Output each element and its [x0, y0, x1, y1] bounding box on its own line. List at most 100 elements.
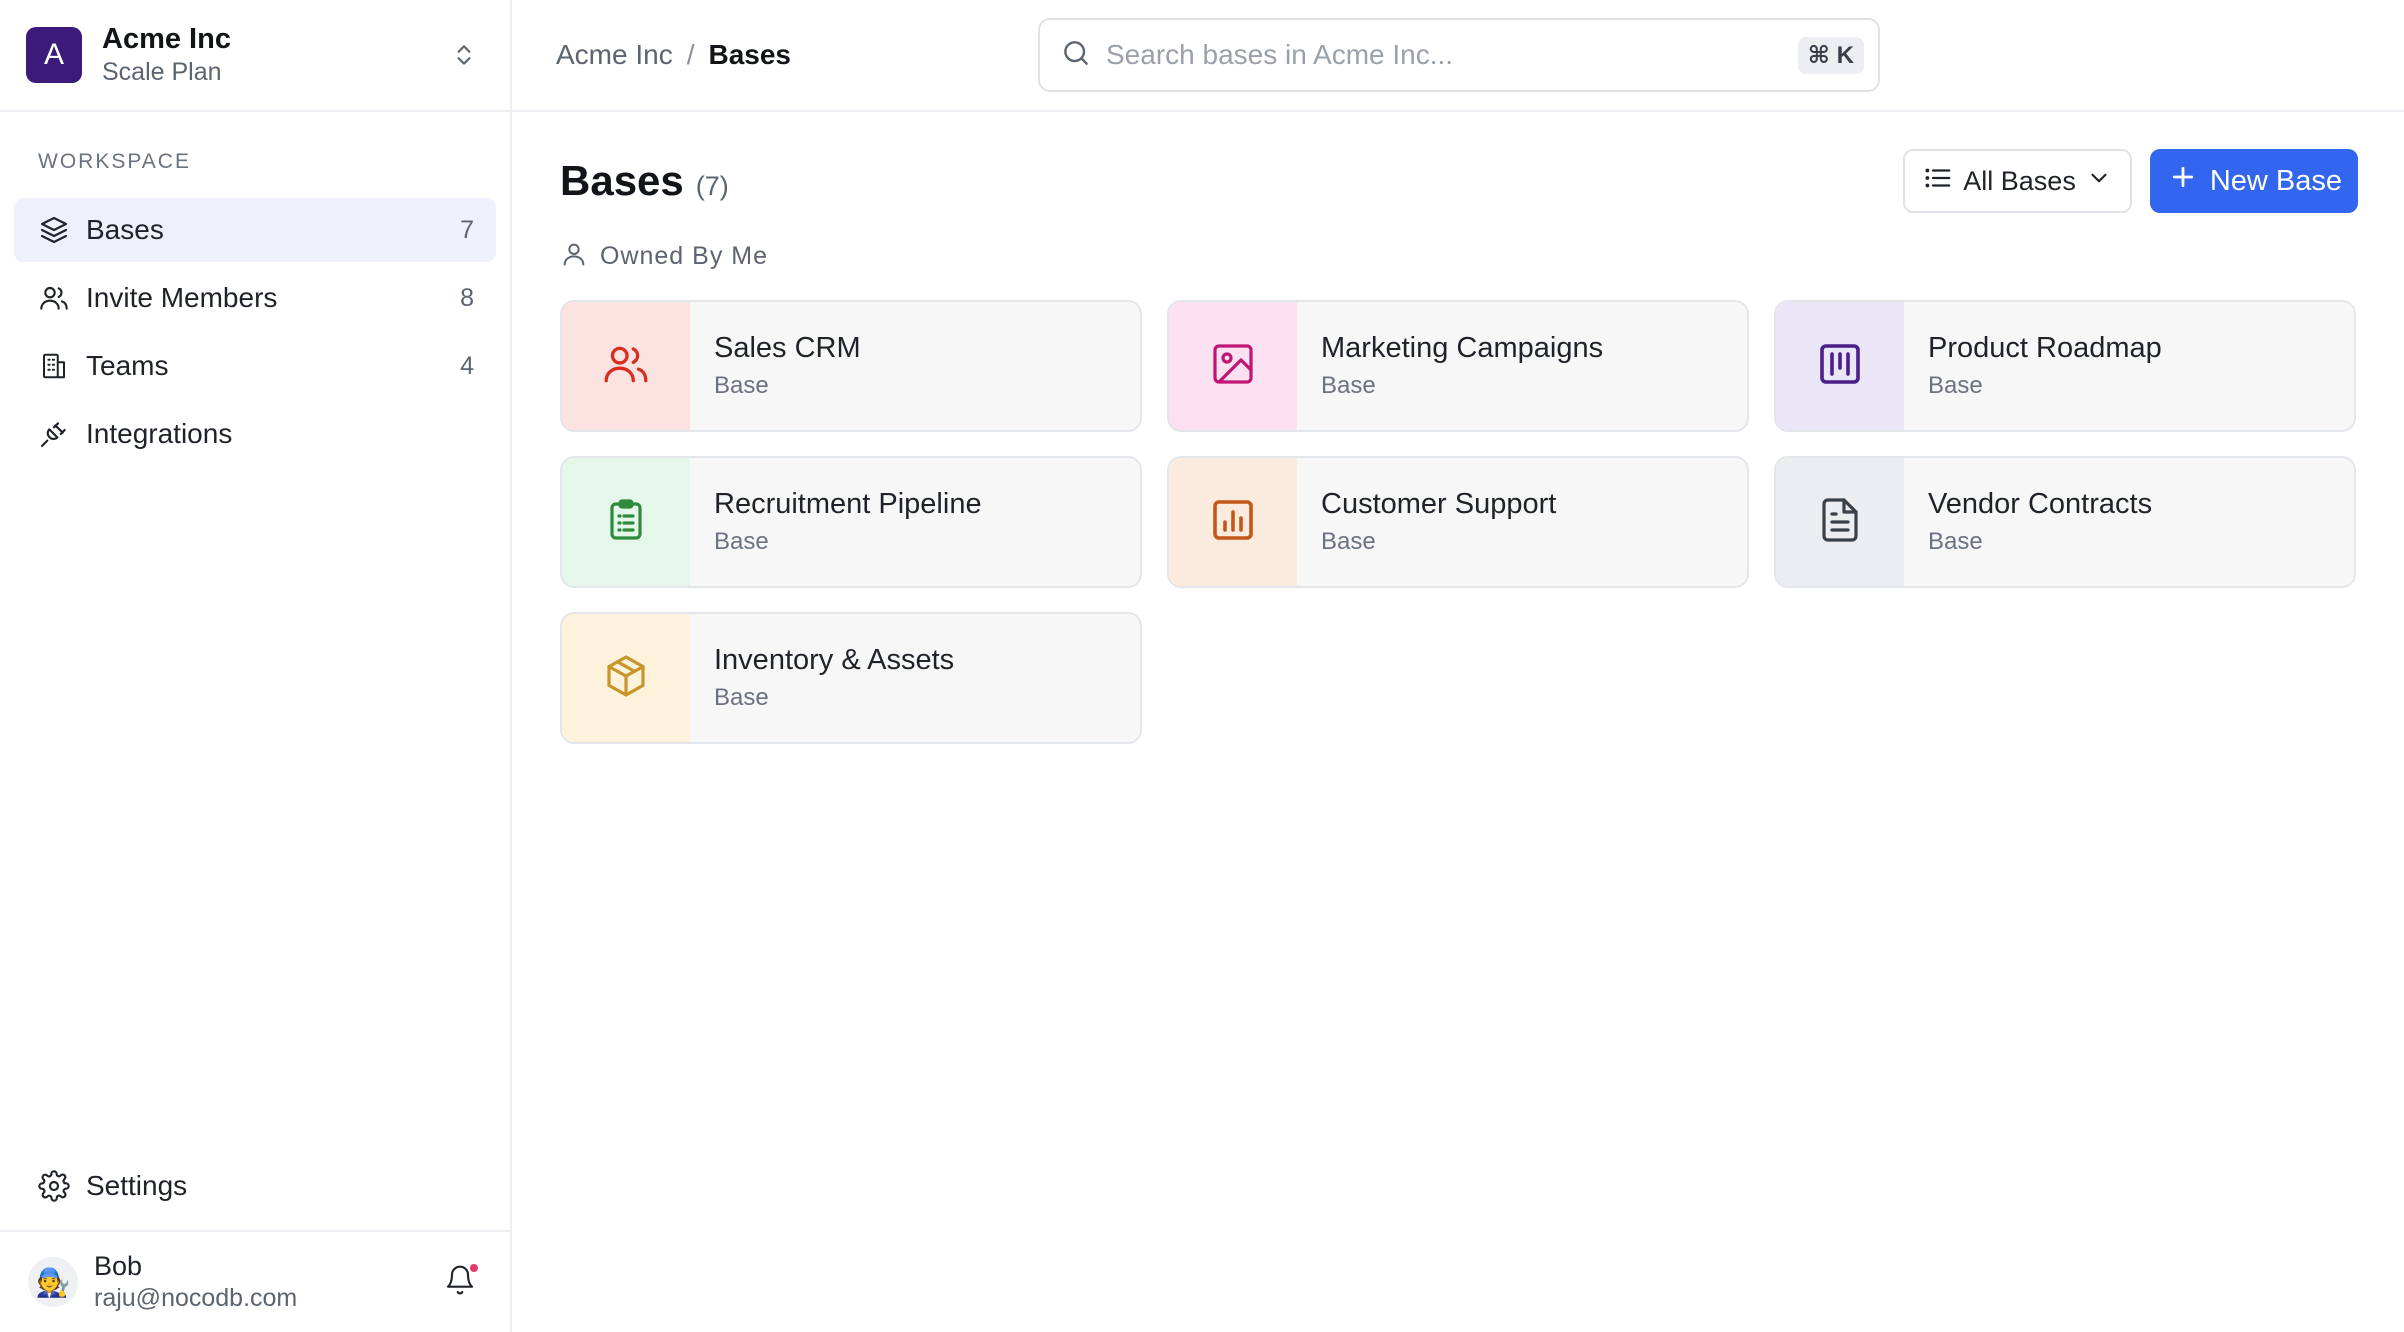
- base-title: Product Roadmap: [1928, 332, 2162, 364]
- group-label: Owned By Me: [600, 241, 769, 270]
- base-card-text: Recruitment Pipeline Base: [690, 458, 982, 586]
- base-card-text: Product Roadmap Base: [1904, 302, 2162, 430]
- user-icon: [560, 240, 588, 273]
- base-card-inventory-assets[interactable]: Inventory & Assets Base: [560, 612, 1142, 744]
- clipboard-icon: [602, 496, 650, 549]
- search-shortcut: ⌘ K: [1797, 36, 1864, 74]
- base-card-marketing-campaigns[interactable]: Marketing Campaigns Base: [1167, 300, 1749, 432]
- list-icon: [1923, 163, 1953, 200]
- users-icon: [601, 339, 651, 394]
- sidebar-item-label: Invite Members: [86, 282, 278, 313]
- section-label-workspace: WORKSPACE: [38, 150, 191, 173]
- base-icon-tile: [1776, 302, 1904, 430]
- kanban-icon: [1816, 340, 1864, 393]
- users-icon: [36, 280, 72, 316]
- sidebar-item-count: 8: [460, 283, 474, 312]
- base-title: Sales CRM: [714, 332, 861, 364]
- base-subtitle: Base: [1928, 528, 1983, 555]
- page-header: Bases (7) All Bases New Base: [560, 148, 2358, 214]
- bases-grid: Sales CRM Base Marketing Campaigns Base: [560, 300, 2358, 744]
- header-actions: All Bases New Base: [1903, 149, 2358, 213]
- base-subtitle: Base: [1321, 372, 1376, 399]
- building-icon: [36, 348, 72, 384]
- topbar: Acme Inc / Bases ⌘ K: [512, 0, 2404, 112]
- base-icon-tile: [1169, 458, 1297, 586]
- sidebar-item-count: 4: [460, 351, 474, 380]
- settings-label: Settings: [86, 1170, 188, 1201]
- user-info: Bob raju@nocodb.com: [94, 1250, 438, 1314]
- app-window: A Acme Inc Scale Plan WORKSPACE Bases 7: [0, 0, 2404, 1332]
- notification-dot: [470, 1264, 478, 1272]
- base-icon-tile: [1169, 302, 1297, 430]
- search-icon: [1060, 37, 1092, 74]
- new-base-label: New Base: [2209, 164, 2342, 197]
- base-card-vendor-contracts[interactable]: Vendor Contracts Base: [1774, 456, 2356, 588]
- gear-icon: [36, 1168, 72, 1204]
- base-title: Inventory & Assets: [714, 644, 955, 676]
- notifications-button[interactable]: [438, 1260, 482, 1304]
- owned-by-me-group: Owned By Me: [560, 234, 2358, 278]
- all-bases-filter-dropdown[interactable]: All Bases: [1903, 149, 2132, 213]
- sidebar-item-label: Bases: [86, 214, 164, 245]
- box-icon: [602, 652, 650, 705]
- sidebar-footer: Settings 🧑‍🔧 Bob raju@nocodb.com: [0, 1154, 510, 1332]
- base-title: Customer Support: [1321, 488, 1557, 520]
- filter-label: All Bases: [1963, 165, 2076, 196]
- base-card-text: Marketing Campaigns Base: [1297, 302, 1603, 430]
- base-icon-tile: [562, 614, 690, 742]
- user-name: Bob: [94, 1251, 143, 1281]
- user-profile[interactable]: 🧑‍🔧 Bob raju@nocodb.com: [0, 1230, 510, 1332]
- breadcrumb-separator: /: [686, 39, 695, 70]
- chevron-down-icon: [2086, 165, 2112, 198]
- base-card-text: Inventory & Assets Base: [690, 614, 954, 742]
- base-card-text: Customer Support Base: [1297, 458, 1556, 586]
- base-subtitle: Base: [714, 528, 769, 555]
- breadcrumb-current: Bases: [708, 39, 791, 70]
- plus-icon: [2168, 162, 2198, 200]
- search-input[interactable]: [1106, 39, 1798, 71]
- base-title: Marketing Campaigns: [1321, 332, 1604, 364]
- sidebar-item-bases[interactable]: Bases 7: [14, 198, 496, 262]
- workspace-avatar: A: [26, 27, 82, 83]
- sidebar-item-count: 7: [460, 215, 474, 244]
- search-box[interactable]: ⌘ K: [1038, 18, 1880, 92]
- breadcrumb: Acme Inc / Bases: [556, 39, 791, 71]
- base-subtitle: Base: [1321, 528, 1376, 555]
- base-icon-tile: [562, 458, 690, 586]
- base-card-recruitment-pipeline[interactable]: Recruitment Pipeline Base: [560, 456, 1142, 588]
- base-title: Vendor Contracts: [1928, 488, 2153, 520]
- base-card-product-roadmap[interactable]: Product Roadmap Base: [1774, 300, 2356, 432]
- base-card-sales-crm[interactable]: Sales CRM Base: [560, 300, 1142, 432]
- image-icon: [1209, 340, 1257, 393]
- workspace-switcher[interactable]: A Acme Inc Scale Plan: [0, 0, 510, 112]
- base-title: Recruitment Pipeline: [714, 488, 982, 520]
- chart-icon: [1209, 496, 1257, 549]
- sidebar: A Acme Inc Scale Plan WORKSPACE Bases 7: [0, 0, 512, 1332]
- base-card-customer-support[interactable]: Customer Support Base: [1167, 456, 1749, 588]
- layers-icon: [36, 212, 72, 248]
- plug-icon: [36, 416, 72, 452]
- base-card-text: Sales CRM Base: [690, 302, 861, 430]
- breadcrumb-workspace[interactable]: Acme Inc: [556, 39, 673, 71]
- page-title: Bases: [560, 157, 684, 204]
- base-subtitle: Base: [714, 372, 769, 399]
- base-card-text: Vendor Contracts Base: [1904, 458, 2152, 586]
- sidebar-item-settings[interactable]: Settings: [0, 1154, 510, 1218]
- base-icon-tile: [562, 302, 690, 430]
- bases-section: Bases (7) All Bases New Base Owned By Me…: [512, 112, 2404, 744]
- base-icon-tile: [1776, 458, 1904, 586]
- workspace-name: Acme Inc: [102, 23, 231, 55]
- page-count: (7): [695, 170, 729, 201]
- avatar: 🧑‍🔧: [28, 1257, 78, 1307]
- new-base-button[interactable]: New Base: [2149, 149, 2358, 213]
- workspace-info: Acme Inc Scale Plan: [102, 22, 444, 88]
- base-subtitle: Base: [714, 684, 769, 711]
- sidebar-item-label: Integrations: [86, 418, 233, 449]
- user-email: raju@nocodb.com: [94, 1284, 298, 1312]
- chevron-up-down-icon[interactable]: [444, 35, 484, 75]
- sidebar-item-teams[interactable]: Teams 4: [14, 334, 496, 398]
- sidebar-item-integrations[interactable]: Integrations: [14, 402, 496, 466]
- sidebar-item-invite-members[interactable]: Invite Members 8: [14, 266, 496, 330]
- main-content: Acme Inc / Bases ⌘ K Bases (7): [512, 0, 2404, 1332]
- workspace-plan: Scale Plan: [102, 58, 222, 86]
